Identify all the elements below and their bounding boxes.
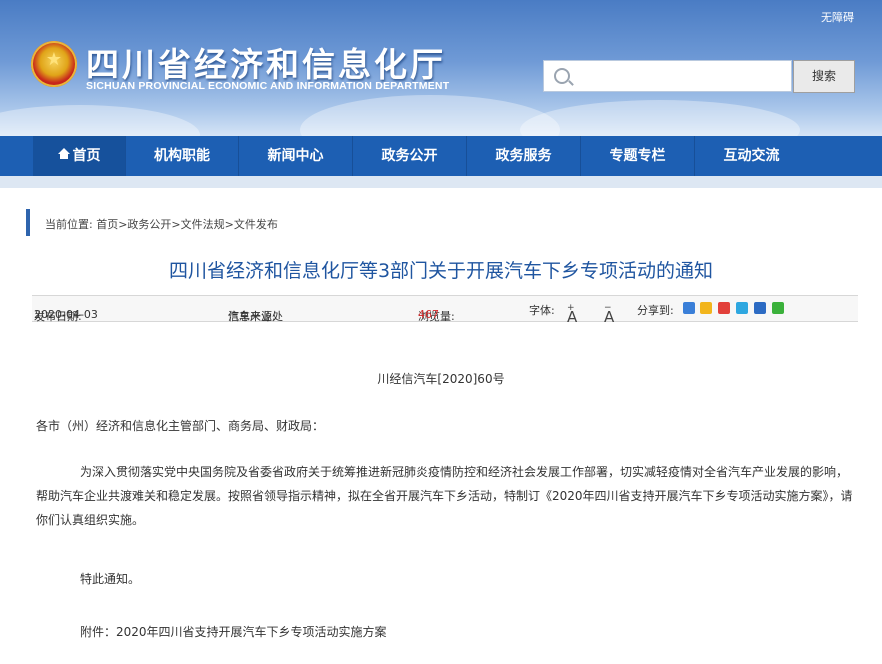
font-increase-button[interactable]: A + bbox=[567, 302, 577, 326]
plus-share-icon[interactable] bbox=[683, 302, 695, 314]
national-emblem-logo bbox=[31, 41, 77, 87]
search-input[interactable] bbox=[578, 61, 782, 91]
breadcrumb: 当前位置: 首页>政务公开>文件法规>文件发布 bbox=[45, 216, 278, 232]
view-count-value: 467 bbox=[418, 308, 439, 321]
publish-date-value: 2020-04-03 bbox=[34, 308, 98, 321]
nav-item-topics[interactable]: 专题专栏 bbox=[581, 136, 694, 176]
renren-icon[interactable] bbox=[754, 302, 766, 314]
weibo-icon[interactable] bbox=[718, 302, 730, 314]
search-icon bbox=[554, 68, 570, 84]
breadcrumb-separator: > bbox=[224, 218, 234, 231]
nav-item-news[interactable]: 新闻中心 bbox=[239, 136, 352, 176]
wechat-icon[interactable] bbox=[772, 302, 784, 314]
breadcrumb-prefix: 当前位置: bbox=[45, 218, 97, 231]
breadcrumb-file-release[interactable]: 文件发布 bbox=[234, 218, 278, 231]
main-nav: 首页 机构职能 新闻中心 政务公开 政务服务 专题专栏 互动交流 bbox=[0, 136, 882, 176]
attachment-link[interactable]: 附件：2020年四川省支持开展汽车下乡专项活动实施方案 bbox=[80, 620, 387, 644]
qzone-icon[interactable] bbox=[700, 302, 712, 314]
nav-bottom-strip bbox=[0, 176, 882, 188]
font-size-label: 字体: bbox=[529, 304, 555, 317]
nav-item-interaction[interactable]: 互动交流 bbox=[695, 136, 808, 176]
breadcrumb-separator: > bbox=[171, 218, 181, 231]
addressee: 各市（州）经济和信息化主管部门、商务局、财政局： bbox=[36, 419, 325, 433]
info-source-value: 汽车产业处 bbox=[228, 310, 283, 323]
article-meta-bar: 发布日期: 2020-04-03 信息来源: 汽车产业处 浏览量: 467 字体:… bbox=[32, 295, 858, 326]
header-cloud-decoration bbox=[520, 100, 800, 136]
breadcrumb-home[interactable]: 首页 bbox=[96, 218, 118, 231]
notice-closing: 特此通知。 bbox=[80, 572, 141, 586]
nav-item-organization[interactable]: 机构职能 bbox=[126, 136, 238, 176]
nav-item-home[interactable]: 首页 bbox=[33, 136, 125, 176]
breadcrumb-gov-info[interactable]: 政务公开 bbox=[127, 218, 171, 231]
font-decrease-glyph: A bbox=[604, 308, 615, 326]
nav-item-gov-service[interactable]: 政务服务 bbox=[467, 136, 580, 176]
font-increase-glyph: A bbox=[567, 308, 578, 326]
document-number: 川经信汽车[2020]60号 bbox=[377, 372, 505, 386]
search-box bbox=[543, 60, 792, 92]
breadcrumb-regulations[interactable]: 文件法规 bbox=[181, 218, 225, 231]
nav-item-label: 首页 bbox=[72, 148, 101, 164]
breadcrumb-accent-bar bbox=[26, 209, 30, 236]
site-header: 无障碍 四川省经济和信息化厅 SICHUAN PROVINCIAL ECONOM… bbox=[0, 0, 882, 136]
share-label: 分享到: bbox=[637, 304, 674, 317]
font-decrease-button[interactable]: A − bbox=[604, 302, 614, 326]
article-title: 四川省经济和信息化厅等3部门关于开展汽车下乡专项活动的通知 bbox=[168, 260, 714, 282]
body-paragraph: 为深入贯彻落实党中央国务院及省委省政府关于统筹推进新冠肺炎疫情防控和经济社会发展… bbox=[36, 465, 853, 527]
nav-item-gov-info[interactable]: 政务公开 bbox=[353, 136, 466, 176]
site-title: 四川省经济和信息化厅 bbox=[86, 45, 446, 84]
tencent-weibo-icon[interactable] bbox=[736, 302, 748, 314]
accessibility-link[interactable]: 无障碍 bbox=[821, 9, 854, 25]
search-button[interactable]: 搜索 bbox=[793, 60, 855, 93]
home-icon bbox=[57, 148, 70, 160]
header-cloud-decoration bbox=[0, 105, 200, 136]
site-subtitle: SICHUAN PROVINCIAL ECONOMIC AND INFORMAT… bbox=[86, 80, 450, 92]
